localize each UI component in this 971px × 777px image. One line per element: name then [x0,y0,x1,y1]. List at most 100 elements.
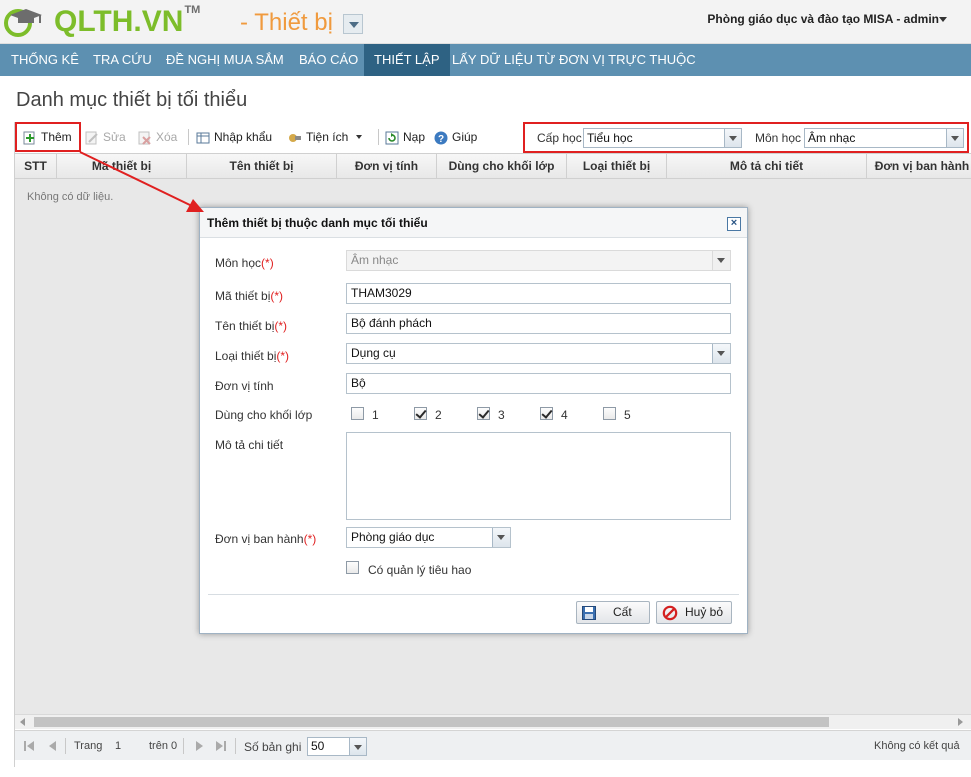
app-header: QLTH.VN TM - Thiết bị Phòng giáo dục và … [0,0,971,44]
column-header-code[interactable]: Mã thiết bị [57,154,187,178]
first-page-icon[interactable] [24,740,34,752]
column-header-name[interactable]: Tên thiết bị [187,154,337,178]
user-menu[interactable]: Phòng giáo dục và đào tạo MISA - admin [707,12,939,26]
scroll-right-icon[interactable] [958,718,963,726]
grade-4-label: 4 [561,408,568,422]
column-header-stt[interactable]: STT [15,154,57,178]
chevron-down-icon[interactable] [712,344,730,363]
last-page-icon[interactable] [216,740,226,752]
edit-icon [85,130,99,145]
grade-3-checkbox[interactable] [477,407,490,420]
reload-button[interactable]: Nạp [385,126,425,148]
chevron-down-icon[interactable] [712,251,730,270]
logo-text: QLTH.VN [54,5,184,38]
toolbar-divider [378,129,379,145]
toolbar-divider [188,129,189,145]
delete-button[interactable]: Xóa [138,126,177,148]
reload-button-label: Nạp [403,130,426,144]
module-dropdown-button[interactable] [343,14,363,34]
svg-text:?: ? [438,134,444,145]
close-icon[interactable]: × [727,217,741,231]
scrollbar-thumb[interactable] [34,717,829,727]
nav-item-tra-cuu[interactable]: Tra cứu [83,44,162,76]
grades-field-label: Dùng cho khối lớp [215,408,313,422]
code-field[interactable]: THAM3029 [346,283,731,304]
prev-page-icon[interactable] [48,740,58,752]
consumable-checkbox[interactable] [346,561,359,574]
nav-item-thong-ke[interactable]: Thống kê [1,44,89,76]
page-title: Danh mục thiết bị tối thiểu [16,89,248,111]
help-button-label: Giúp [452,130,478,144]
next-page-icon[interactable] [194,740,204,752]
page-number-input[interactable]: 1 [115,740,121,752]
delete-icon [138,130,152,145]
save-icon [582,606,596,627]
type-select[interactable]: Dụng cụ [346,343,731,364]
column-header-unit[interactable]: Đơn vị tính [337,154,437,178]
unit-field-value: Bộ [351,376,366,390]
nav-item-lay-du-lieu[interactable]: Lấy dữ liệu từ đơn vị trực thuộc [442,44,706,76]
subject-field-value: Âm nhạc [351,253,399,267]
grade-1-checkbox[interactable] [351,407,364,420]
utilities-button[interactable]: Tiện ích [288,126,363,148]
column-header-description[interactable]: Mô tả chi tiết [667,154,867,178]
logo-trademark: TM [184,4,201,16]
type-select-value: Dụng cụ [351,346,396,360]
graduation-cap-icon [4,6,50,38]
scroll-left-icon[interactable] [20,718,25,726]
unit-field[interactable]: Bộ [346,373,731,394]
grade-5-checkbox[interactable] [603,407,616,420]
nav-item-bao-cao[interactable]: Báo cáo [289,44,368,76]
caret-down-icon[interactable] [939,17,947,22]
horizontal-scrollbar[interactable] [15,714,971,729]
name-field[interactable]: Bộ đánh phách [346,313,731,334]
description-textarea[interactable] [346,432,731,520]
consumable-label: Có quản lý tiêu hao [368,563,472,577]
unit-field-label: Đơn vị tính [215,379,274,393]
help-button[interactable]: ? Giúp [434,126,477,148]
column-header-issuer[interactable]: Đơn vị ban hành [867,154,971,178]
dialog-title-bar[interactable]: Thêm thiết bị thuộc danh mục tối thiểu × [200,208,747,238]
code-field-value: THAM3029 [351,286,412,300]
import-icon [196,130,210,144]
tools-icon [288,130,302,144]
description-field-label: Mô tả chi tiết [215,438,284,452]
grid-header: STT Mã thiết bị Tên thiết bị Đơn vị tính… [15,153,971,179]
dialog-title: Thêm thiết bị thuộc danh mục tối thiểu [207,216,428,230]
annotation-highlight-add [15,122,81,152]
grade-3-label: 3 [498,408,505,422]
chevron-down-icon[interactable] [349,738,366,755]
name-field-label: Tên thiết bị(*) [215,319,288,333]
subject-field-label: Môn học(*) [215,256,274,270]
grade-2-checkbox[interactable] [414,407,427,420]
page-total: trên 0 [149,740,178,752]
save-button[interactable]: Cất [576,601,650,624]
type-field-label: Loại thiết bị(*) [215,349,290,363]
dialog-footer-divider [208,594,739,595]
pager-divider [65,738,66,754]
subject-field[interactable]: Âm nhạc [346,250,731,271]
result-status: Không có kết quả [874,740,960,752]
name-field-value: Bộ đánh phách [351,316,432,330]
add-equipment-dialog: Thêm thiết bị thuộc danh mục tối thiểu ×… [199,207,748,634]
edit-button-label: Sửa [103,130,126,144]
import-button[interactable]: Nhập khẩu [196,126,272,148]
issuer-select[interactable]: Phòng giáo dục [346,527,511,548]
annotation-highlight-filters [523,122,969,153]
column-header-grades[interactable]: Dùng cho khối lớp [437,154,567,178]
nav-item-de-nghi-mua-sam[interactable]: Đề nghị mua sắm [156,44,294,76]
save-button-label: Cất [613,605,632,619]
column-header-type[interactable]: Loại thiết bị [567,154,667,178]
app-logo[interactable]: QLTH.VN TM [4,4,201,39]
chevron-down-icon[interactable] [492,528,510,547]
edit-button[interactable]: Sửa [85,126,126,148]
help-icon: ? [434,130,448,145]
issuer-field-label: Đơn vị ban hành(*) [215,532,317,546]
grade-5-label: 5 [624,408,631,422]
page-label: Trang [74,740,103,752]
pager-divider [183,738,184,754]
records-per-page-select[interactable]: 50 [307,737,367,756]
nav-item-thiet-lap[interactable]: Thiết lập [364,44,450,76]
grade-4-checkbox[interactable] [540,407,553,420]
cancel-button[interactable]: Huỷ bỏ [656,601,732,624]
